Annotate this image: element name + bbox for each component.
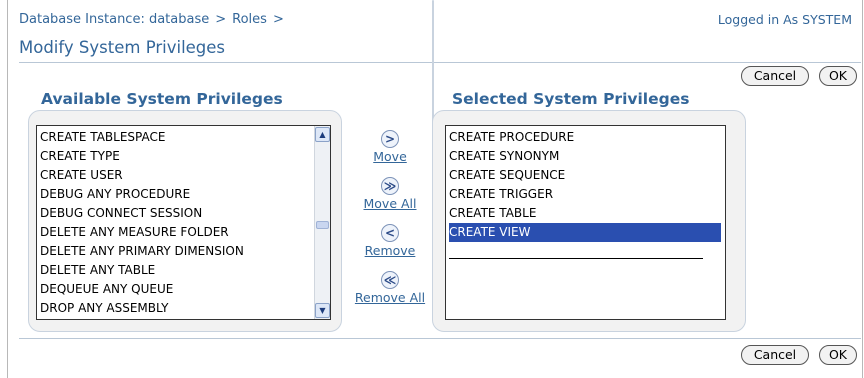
list-item[interactable]: DELETE ANY TABLE [40, 261, 310, 280]
remove-link[interactable]: Remove [350, 243, 430, 258]
page-title: Modify System Privileges [19, 38, 226, 57]
list-item[interactable]: CREATE PROCEDURE [449, 128, 721, 147]
window-frame-left [7, 0, 8, 378]
available-list-scrollbar[interactable]: ▲ ▼ [314, 126, 330, 319]
bottom-divider [19, 338, 861, 339]
list-item[interactable]: DELETE ANY MEASURE FOLDER [40, 223, 310, 242]
breadcrumb-separator: > [215, 12, 227, 27]
list-item[interactable]: CREATE TRIGGER [449, 185, 721, 204]
move-control[interactable]: > Move [350, 130, 430, 164]
list-item[interactable]: CREATE SYNONYM [449, 147, 721, 166]
move-left-icon[interactable]: < [381, 224, 399, 242]
list-item[interactable]: CREATE TYPE [40, 147, 310, 166]
title-divider [19, 62, 861, 63]
move-right-icon[interactable]: > [381, 130, 399, 148]
move-all-left-icon[interactable]: ≪ [381, 271, 399, 289]
scroll-thumb[interactable] [316, 221, 329, 229]
scroll-down-icon[interactable]: ▼ [315, 303, 330, 318]
list-item[interactable]: CREATE TABLESPACE [40, 128, 310, 147]
ok-button-top[interactable]: OK [819, 66, 857, 86]
available-privileges-heading: Available System Privileges [41, 90, 283, 108]
breadcrumb-link-database-instance[interactable]: Database Instance: database [19, 12, 209, 27]
remove-all-link[interactable]: Remove All [345, 290, 435, 305]
selected-privileges-list[interactable]: CREATE PROCEDURE CREATE SYNONYM CREATE SEQ… [445, 125, 726, 320]
ok-button-bottom[interactable]: OK [819, 345, 857, 365]
scroll-up-icon[interactable]: ▲ [315, 127, 330, 142]
logged-in-status: Logged in As SYSTEM [717, 12, 852, 27]
remove-control[interactable]: < Remove [350, 224, 430, 258]
breadcrumb-link-roles[interactable]: Roles [232, 12, 267, 27]
cancel-button-bottom[interactable]: Cancel [741, 345, 809, 365]
list-item[interactable]: CREATE SEQUENCE [449, 166, 721, 185]
move-link[interactable]: Move [350, 149, 430, 164]
list-placeholder-line [449, 258, 703, 259]
list-item[interactable]: DEBUG CONNECT SESSION [40, 204, 310, 223]
list-item[interactable]: DELETE ANY PRIMARY DIMENSION [40, 242, 310, 261]
breadcrumb-separator: > [272, 12, 284, 27]
selected-privileges-heading: Selected System Privileges [452, 90, 690, 108]
move-all-right-icon[interactable]: ≫ [381, 177, 399, 195]
breadcrumb: Database Instance: database > Roles > [19, 12, 290, 27]
remove-all-control[interactable]: ≪ Remove All [345, 271, 435, 305]
list-item[interactable]: DEQUEUE ANY QUEUE [40, 280, 310, 299]
cancel-button-top[interactable]: Cancel [741, 66, 809, 86]
window-frame-right [862, 0, 863, 378]
move-all-link[interactable]: Move All [350, 196, 430, 211]
list-item[interactable]: DROP ANY ASSEMBLY [40, 299, 310, 318]
available-privileges-list[interactable]: CREATE TABLESPACE CREATE TYPE CREATE USER D… [36, 125, 331, 320]
move-all-control[interactable]: ≫ Move All [350, 177, 430, 211]
list-item[interactable]: DEBUG ANY PROCEDURE [40, 185, 310, 204]
list-item[interactable]: CREATE TABLE [449, 204, 721, 223]
list-item[interactable]: CREATE USER [40, 166, 310, 185]
list-item[interactable]: CREATE VIEW [449, 223, 721, 242]
